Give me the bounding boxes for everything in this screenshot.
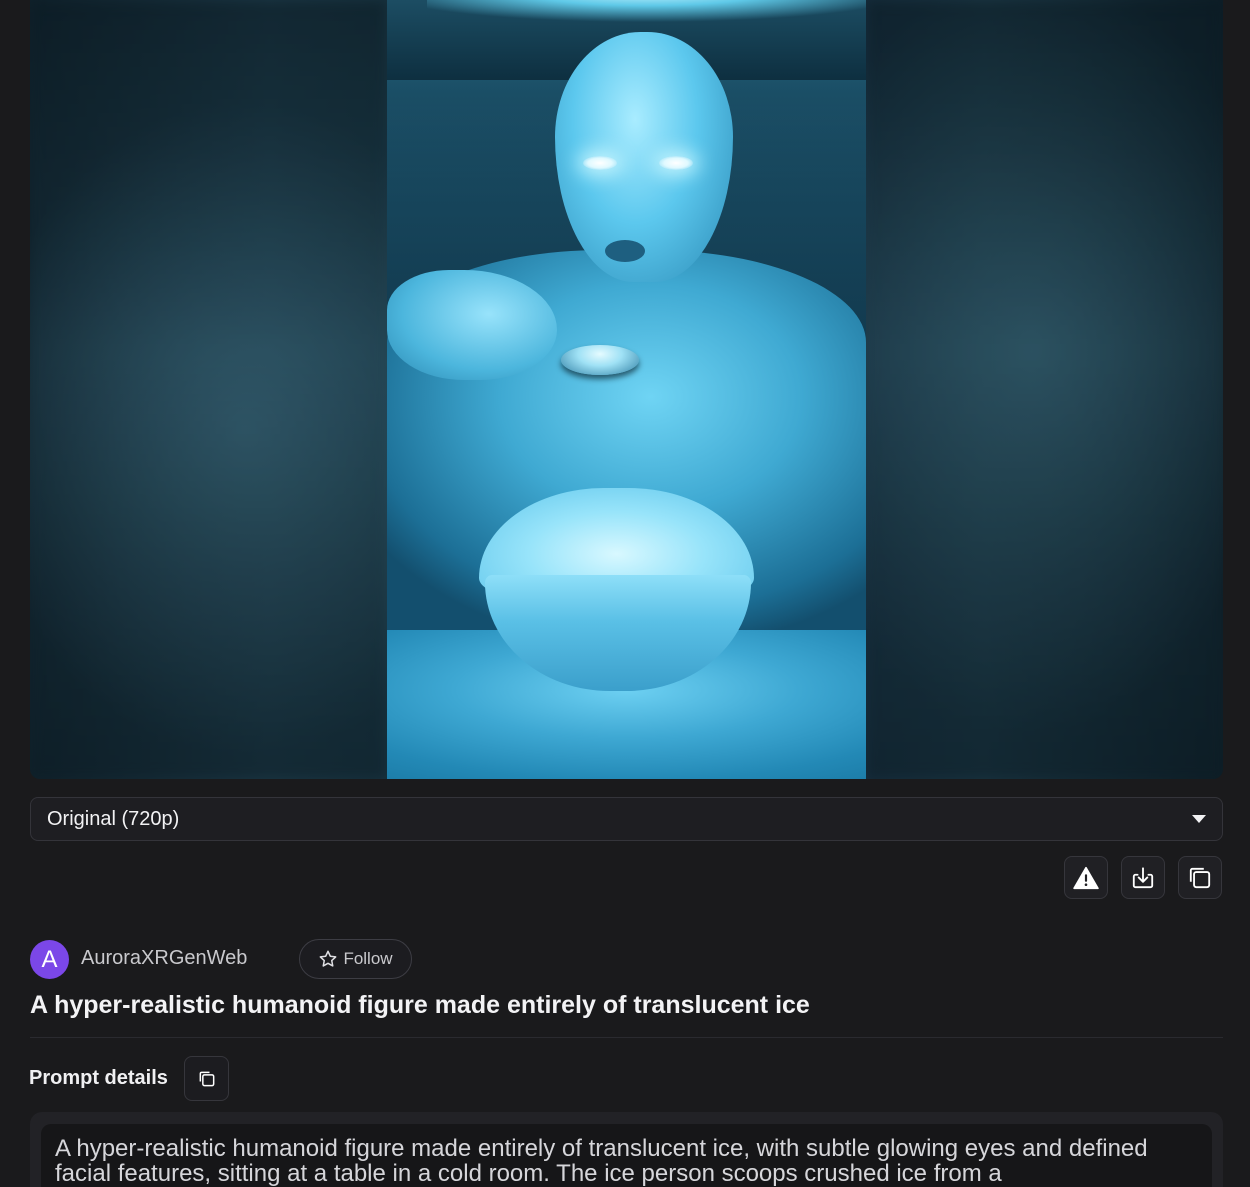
caret-down-icon [1192,815,1206,823]
avatar[interactable]: A [30,940,69,979]
star-icon [320,950,337,967]
glowing-eye-right [659,156,693,170]
quality-selected-value: Original (720p) [47,807,180,830]
glowing-eye-left [583,156,617,170]
prompt-details-label: Prompt details [29,1067,168,1089]
video-frame[interactable] [387,0,866,779]
copy-button[interactable] [1178,856,1222,899]
author-name[interactable]: AuroraXRGenWeb [81,947,247,970]
copy-prompt-button[interactable] [184,1056,229,1101]
copy-icon [199,1071,214,1086]
video-player[interactable] [30,0,1223,779]
follow-label: Follow [343,949,393,968]
ice-figure-mouth [605,240,645,262]
blurred-backdrop-left [30,0,387,779]
spoon [561,345,639,375]
copy-icon [1189,867,1211,888]
download-button[interactable] [1121,856,1165,899]
ice-figure-head [555,32,733,282]
ceiling-light [427,0,866,22]
download-icon [1132,866,1154,888]
warning-icon [1073,866,1099,889]
prompt-text: A hyper-realistic humanoid figure made e… [41,1124,1212,1187]
follow-button[interactable]: Follow [299,939,412,979]
quality-select[interactable]: Original (720p) [30,797,1223,841]
divider [30,1037,1223,1038]
report-button[interactable] [1064,856,1108,899]
page-title: A hyper-realistic humanoid figure made e… [30,991,810,1019]
blurred-backdrop-right [866,0,1223,779]
